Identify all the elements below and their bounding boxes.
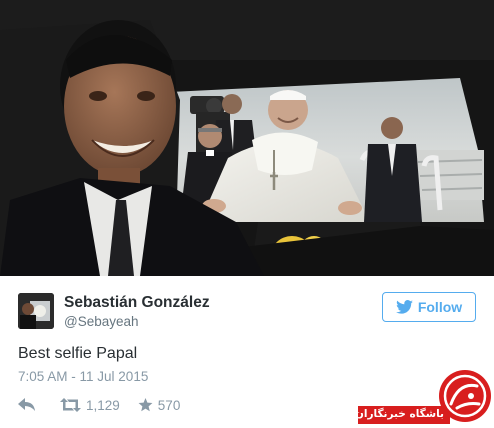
tweet-actions: 1,129 570 (18, 396, 180, 414)
retweet-count: 1,129 (86, 397, 120, 413)
retweet-button[interactable]: 1,129 (60, 398, 120, 413)
author-avatar[interactable] (18, 293, 54, 329)
retweet-icon (60, 398, 81, 412)
follow-button-label: Follow (417, 299, 463, 315)
favorite-count: 570 (157, 397, 181, 413)
author-handle[interactable]: @Sebayeah (64, 314, 139, 329)
watermark-text: باشگاه خبرنگاران (354, 408, 444, 420)
favorite-button[interactable]: 570 (138, 397, 181, 413)
tweet-photo[interactable] (0, 0, 494, 276)
reply-button[interactable] (18, 398, 36, 412)
star-icon (138, 398, 153, 412)
watermark-logo-icon (437, 368, 493, 424)
avatar-image (18, 293, 54, 329)
selfie-photo-illustration (0, 0, 494, 276)
follow-button[interactable]: Follow (382, 292, 476, 322)
bird-icon (395, 300, 413, 314)
tweet-timestamp[interactable]: 7:05 AM - 11 Jul 2015 (18, 369, 148, 384)
reply-icon (18, 398, 36, 412)
tweet-text: Best selfie Papal (18, 345, 138, 362)
author-display-name[interactable]: Sebastián González (64, 294, 210, 312)
